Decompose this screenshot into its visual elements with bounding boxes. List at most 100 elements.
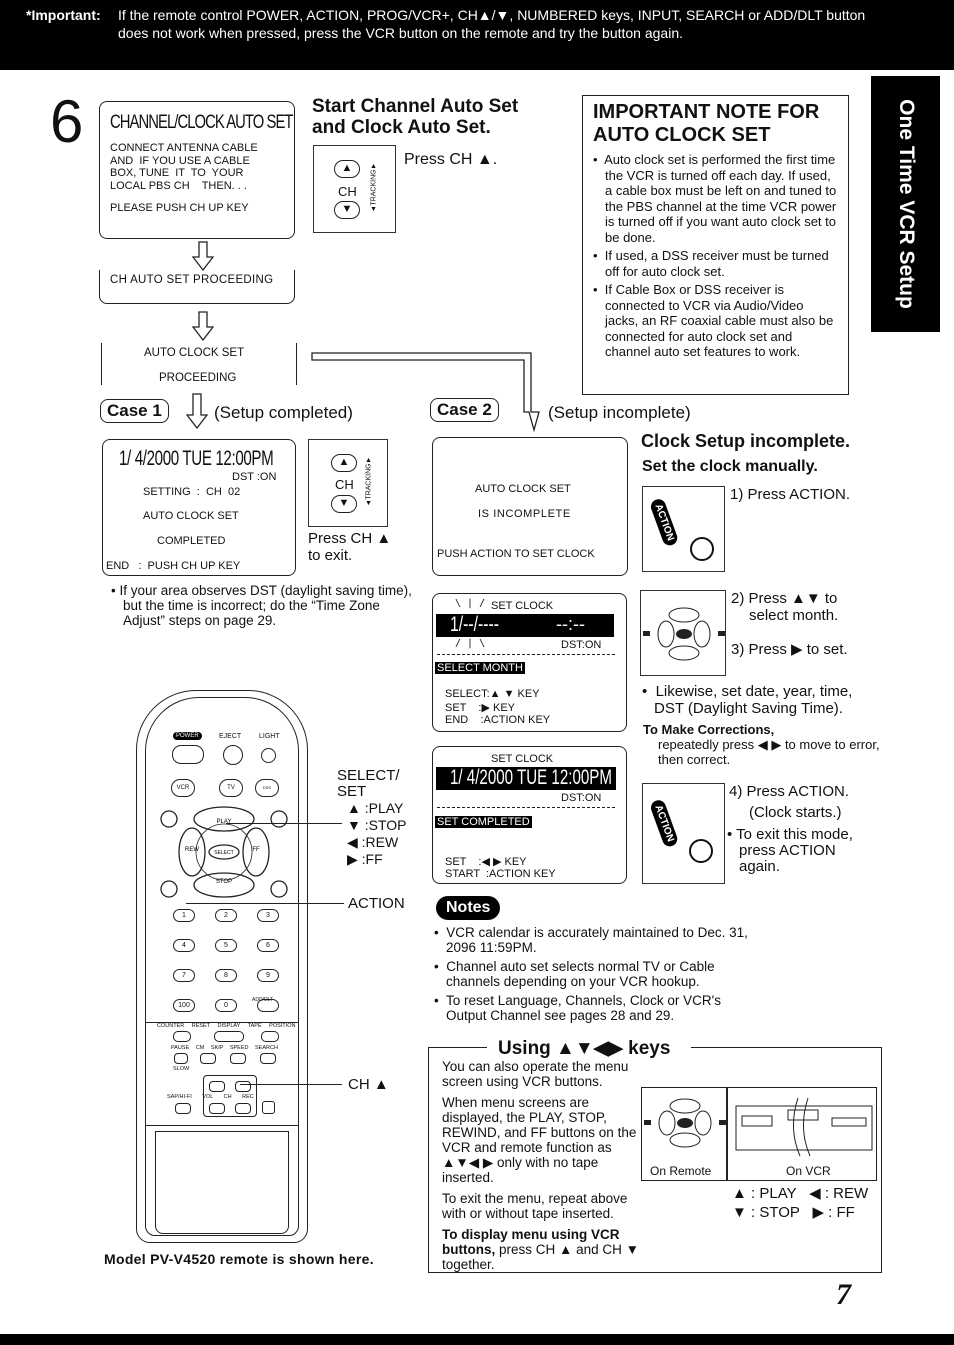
number-button-1[interactable]: 1 (173, 909, 195, 922)
step2-line1: 2) Press ▲▼ to (731, 590, 838, 607)
tracking-label: ◄TRACKING► (370, 162, 378, 213)
set-clock-done-screen: SET CLOCK 1/ 4/2000 TUE 12:00PM DST:ON S… (432, 746, 627, 884)
important-label: *Important: (26, 7, 101, 23)
using-keys-box: Using ▲▼◀▶ keys You can also operate the… (428, 1037, 882, 1273)
using-keys-text: You can also operate the menu screen usi… (442, 1059, 652, 1272)
vol-up-button[interactable] (209, 1081, 225, 1092)
screen-line: BOX, TUNE IT TO YOUR (110, 167, 244, 179)
blink-icon: \ | / (455, 598, 486, 609)
select-set-line2: SET (337, 783, 367, 800)
cm-skip-button[interactable] (200, 1053, 216, 1064)
rec-button[interactable] (262, 1101, 275, 1114)
number-button-9[interactable]: 9 (257, 969, 279, 982)
screen-line: PROCEEDING (159, 372, 237, 384)
pause-label: PAUSE (171, 1045, 190, 1051)
status-line1: AUTO CLOCK SET (143, 510, 239, 522)
number-button-2[interactable]: 2 (215, 909, 237, 922)
para2: When menu screens are displayed, the PLA… (442, 1095, 637, 1185)
important-note-bullet: • If used, a DSS receiver must be turned… (593, 248, 829, 279)
flow-arrow-down-icon (192, 241, 214, 271)
status-line1: AUTO CLOCK SET (475, 483, 571, 495)
bullet-text: If Cable Box or DSS receiver is connecte… (604, 282, 834, 359)
ch-button-illustration: ▲ CH ▼ ◄TRACKING► (308, 439, 388, 527)
counter-reset-button[interactable] (173, 1031, 191, 1042)
number-button-3[interactable]: 3 (257, 909, 279, 922)
callout-leader-line (240, 1084, 342, 1085)
down-arrow-icon: ▼ (341, 203, 353, 215)
action-button[interactable] (689, 839, 713, 863)
ch-up-button[interactable]: ▲ (334, 160, 360, 178)
ch-down-button[interactable] (235, 1103, 251, 1114)
vcr-button[interactable]: VCR (171, 779, 195, 797)
status-line2: COMPLETED (157, 535, 226, 547)
number-button-8[interactable]: 8 (215, 969, 237, 982)
flow-arrow-down-icon (186, 393, 208, 429)
number-button-100[interactable]: 100 (173, 999, 195, 1012)
box-top-line (691, 1047, 881, 1048)
speed-button[interactable] (230, 1053, 246, 1064)
ch-down-button[interactable]: ▼ (334, 201, 360, 219)
vol-down-button[interactable] (209, 1103, 225, 1114)
light-label: LIGHT (259, 733, 280, 740)
remote-caption: Model PV-V4520 remote is shown here. (104, 1251, 374, 1267)
corrections-heading: To Make Corrections, (643, 722, 775, 737)
tv-button[interactable]: TV (219, 779, 243, 797)
key-ff: ▶ :FF (347, 851, 383, 867)
vol-label: VOL (202, 1094, 214, 1100)
end-instruction: END : PUSH CH UP KEY (106, 560, 241, 572)
svg-text:STOP: STOP (216, 879, 232, 885)
action-button[interactable] (690, 537, 714, 561)
screen-title: SET CLOCK (491, 753, 554, 765)
search-button[interactable] (260, 1053, 276, 1064)
number-button-7[interactable]: 7 (173, 969, 195, 982)
on-remote-label: On Remote (650, 1164, 712, 1178)
important-text: If the remote control POWER, ACTION, PRO… (118, 7, 866, 41)
power-label: POWER (173, 732, 202, 740)
setting-channel: SETTING : CH 02 (143, 486, 241, 498)
notes-list: • VCR calendar is accurately maintained … (434, 925, 764, 1023)
action-label: ACTION (648, 798, 680, 849)
sap-hifi-button[interactable] (175, 1103, 191, 1114)
nav-pad-icon (643, 607, 725, 661)
ch-down-button[interactable]: ▼ (331, 495, 357, 513)
press-ch-exit-line2: to exit. (308, 547, 353, 564)
eject-button[interactable] (223, 745, 243, 765)
number-button-5[interactable]: 5 (215, 939, 237, 952)
ch-up-button[interactable]: ▲ (331, 454, 357, 472)
sap-label: SAP/HI-FI (167, 1094, 192, 1100)
tape-position-button[interactable] (261, 1031, 279, 1042)
number-button-4[interactable]: 4 (173, 939, 195, 952)
number-button-6[interactable]: 6 (257, 939, 279, 952)
display-button[interactable] (214, 1031, 244, 1042)
step2-line2: select month. (749, 607, 839, 624)
ch-up-button[interactable] (235, 1081, 251, 1092)
pause-button[interactable] (174, 1053, 188, 1064)
step4-line2: (Clock starts.) (749, 804, 842, 821)
number-label: 100 (178, 1002, 190, 1009)
important-note-title-line2: AUTO CLOCK SET (593, 124, 771, 146)
number-label: 5 (224, 942, 228, 949)
power-button[interactable] (172, 745, 204, 764)
divider (437, 807, 615, 808)
key-row: SELECT:▲ ▼ KEY (445, 688, 540, 700)
screen-ch-proceeding: CH AUTO SET PROCEEDING (99, 270, 295, 304)
callout-leader-line (226, 823, 342, 824)
dss-cable-button[interactable]: DSS CABLE (255, 779, 279, 797)
step4-text: 4) Press ACTION. (Clock starts.) (729, 783, 849, 825)
svg-text:PLAY: PLAY (217, 819, 232, 825)
number-label: 0 (224, 1002, 228, 1009)
key-rew: ◀ :REW (347, 834, 399, 850)
light-button[interactable] (261, 748, 276, 763)
select-set-line1: SELECT/ (337, 767, 400, 784)
key-row: END :ACTION KEY (445, 714, 551, 726)
exit-note-text: To exit this mode, press ACTION again. (736, 826, 853, 875)
number-button-0[interactable]: 0 (215, 999, 237, 1012)
svg-text:FF: FF (252, 847, 260, 853)
remote-nav-illustration (640, 590, 726, 676)
key-legend: ▲ : PLAY ◀ : REW ▼ : STOP ▶ : FF (732, 1184, 868, 1222)
bottom-row-labels: SAP/HI-FI VOL CH REC (167, 1094, 254, 1100)
ch-label: CH (338, 184, 357, 199)
screen-footer: PLEASE PUSH CH UP KEY (110, 202, 249, 214)
datetime: 1/ 4/2000 TUE 12:00PM (450, 766, 612, 789)
legend-play: ▲ : PLAY (732, 1185, 797, 1202)
